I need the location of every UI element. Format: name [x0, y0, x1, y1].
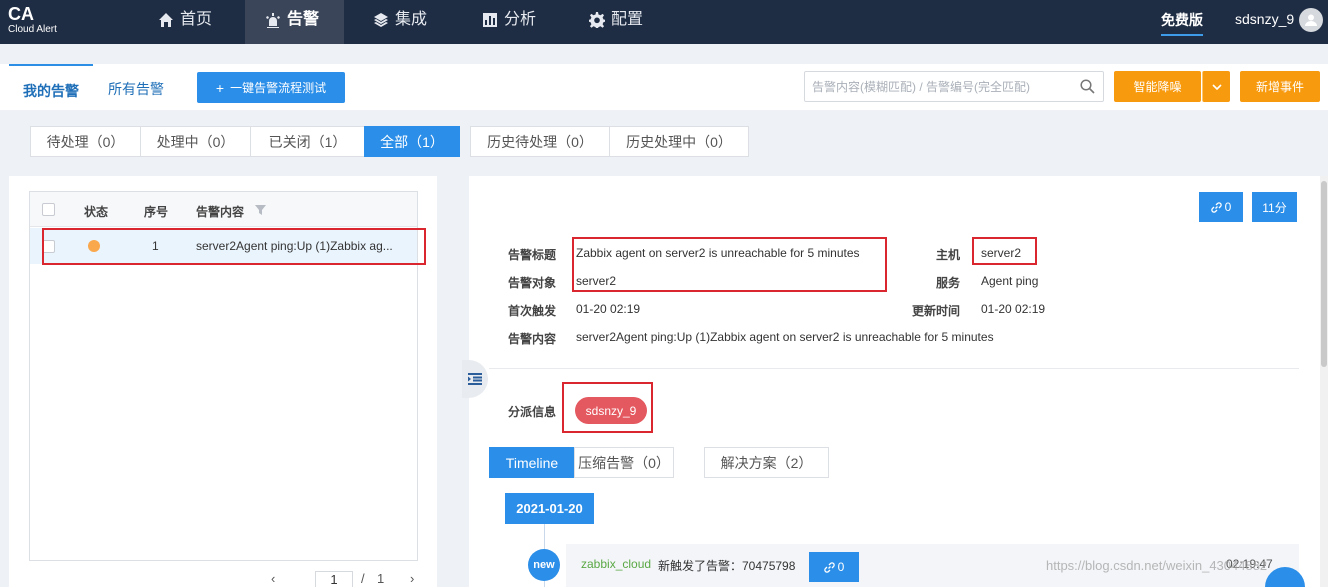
link-icon	[1210, 201, 1222, 213]
page-input[interactable]: 1	[315, 571, 353, 587]
plus-icon: +	[215, 79, 225, 96]
value-first-trigger: 01-20 02:19	[576, 302, 641, 316]
link-icon	[823, 561, 835, 573]
divider	[489, 368, 1299, 369]
highlight-box-assignee	[562, 382, 653, 433]
select-all-checkbox[interactable]	[42, 203, 55, 216]
label-title: 告警标题	[508, 248, 557, 262]
timeline-date: 2021-01-20	[505, 493, 594, 524]
label-first-trigger: 首次触发	[508, 304, 557, 318]
highlight-box-row	[42, 228, 426, 265]
nav-home[interactable]: 首页	[158, 0, 212, 44]
table-header: 状态 序号 告警内容	[30, 192, 417, 227]
timeline-link-button[interactable]: 0	[809, 552, 859, 582]
nav-alerts-label: 告警	[287, 11, 320, 28]
label-service: 服务	[936, 276, 961, 290]
filter-processing[interactable]: 处理中（0）	[140, 126, 251, 157]
timeline-link-count: 0	[837, 560, 845, 574]
nav-config[interactable]: 配置	[589, 0, 643, 44]
scrollbar-thumb[interactable]	[1321, 181, 1327, 367]
alarm-light-icon	[266, 13, 280, 28]
search-input[interactable]	[805, 72, 1065, 101]
one-click-test-label: 一键告警流程测试	[230, 81, 327, 95]
smart-noise-button[interactable]: 智能降噪	[1114, 71, 1201, 102]
nav-alerts[interactable]: 告警	[245, 0, 344, 44]
home-icon	[159, 13, 173, 27]
label-object: 告警对象	[508, 276, 557, 290]
tab-compressed-alerts[interactable]: 压缩告警（0）	[574, 447, 674, 478]
tab-timeline[interactable]: Timeline	[489, 447, 575, 478]
tab-my-alerts[interactable]: 我的告警	[9, 64, 93, 110]
filter-history-pending[interactable]: 历史待处理（0）	[470, 126, 610, 157]
nav-integration-label: 集成	[395, 11, 428, 28]
next-page-button[interactable]: ›	[410, 571, 414, 586]
header-index: 序号	[144, 205, 169, 219]
username[interactable]: sdsnzy_9	[1235, 11, 1294, 27]
nav-home-label: 首页	[180, 11, 213, 28]
top-navbar: CA Cloud Alert 首页 告警 集成 分析 配置 免费版 sdsnzy…	[0, 0, 1328, 44]
avatar[interactable]	[1299, 8, 1323, 32]
highlight-box-host	[972, 237, 1037, 265]
filter-history-processing[interactable]: 历史处理中（0）	[609, 126, 749, 157]
link-count: 0	[1224, 200, 1232, 214]
tab-solutions[interactable]: 解决方案（2）	[704, 447, 829, 478]
nav-analysis[interactable]: 分析	[482, 0, 536, 44]
page-total: 1	[377, 571, 385, 586]
value-update-time: 01-20 02:19	[981, 302, 1046, 316]
filter-pending[interactable]: 待处理（0）	[30, 126, 141, 157]
layers-icon	[374, 13, 388, 27]
chevron-down-icon	[1211, 83, 1222, 90]
filter-all[interactable]: 全部（1）	[364, 126, 460, 157]
label-host: 主机	[936, 248, 961, 262]
watermark: https://blog.csdn.net/weixin_43044882	[1046, 558, 1268, 573]
smart-noise-dropdown[interactable]	[1202, 71, 1230, 102]
new-event-button[interactable]: 新增事件	[1240, 71, 1320, 102]
search-icon[interactable]	[1080, 79, 1095, 94]
one-click-test-button[interactable]: + 一键告警流程测试	[197, 72, 345, 103]
new-badge: new	[528, 549, 560, 581]
label-update-time: 更新时间	[912, 304, 961, 318]
page-separator: /	[361, 571, 365, 586]
indent-icon	[468, 373, 482, 385]
value-service: Agent ping	[981, 274, 1039, 288]
filter-icon[interactable]	[255, 205, 266, 215]
prev-page-button[interactable]: ‹	[271, 571, 275, 586]
label-content: 告警内容	[508, 332, 557, 346]
alert-search[interactable]	[804, 71, 1104, 102]
label-assign: 分派信息	[508, 405, 557, 419]
user-icon	[1305, 14, 1317, 26]
alert-toolbar: 我的告警 所有告警 + 一键告警流程测试 智能降噪 新增事件	[0, 64, 1328, 110]
logo-text: CA	[8, 4, 34, 24]
timeline-text: 新触发了告警：70475798	[658, 559, 796, 573]
timeline-user[interactable]: zabbix_cloud	[581, 557, 651, 571]
tab-all-alerts[interactable]: 所有告警	[108, 64, 164, 110]
duration-badge: 11分	[1252, 192, 1297, 222]
app-logo[interactable]: CA Cloud Alert	[8, 4, 57, 36]
header-content: 告警内容	[196, 205, 245, 219]
nav-analysis-label: 分析	[504, 11, 537, 28]
nav-integration[interactable]: 集成	[373, 0, 427, 44]
link-count-button[interactable]: 0	[1199, 192, 1243, 222]
logo-subtitle: Cloud Alert	[8, 24, 57, 35]
free-version-link[interactable]: 免费版	[1161, 10, 1203, 36]
value-content: server2Agent ping:Up (1)Zabbix agent on …	[576, 330, 994, 344]
header-status: 状态	[84, 205, 109, 219]
highlight-box-title	[572, 237, 887, 292]
gear-icon	[589, 12, 605, 28]
filter-closed[interactable]: 已关闭（1）	[250, 126, 365, 157]
nav-config-label: 配置	[611, 11, 644, 28]
bar-chart-icon	[483, 13, 497, 27]
